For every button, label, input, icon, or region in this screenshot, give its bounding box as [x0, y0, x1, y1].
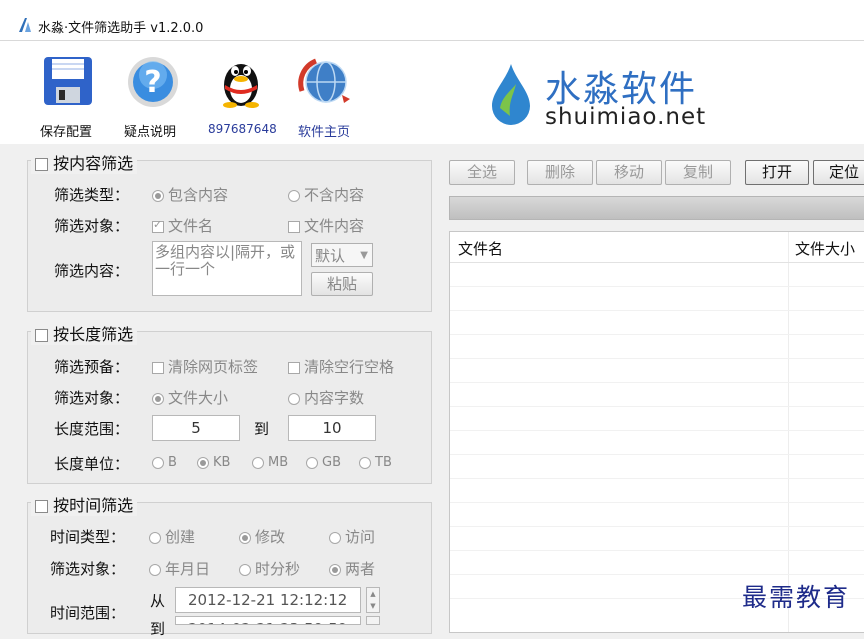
column-header-filesize[interactable]: 文件大小: [795, 238, 855, 259]
row-line: [450, 526, 864, 527]
header-separator: [450, 262, 864, 263]
logo-drop-icon: [492, 64, 530, 125]
help-icon: ?: [128, 57, 178, 107]
copy-button[interactable]: 复制: [665, 160, 731, 185]
content-filter-title[interactable]: 按内容筛选: [31, 150, 138, 174]
length-from-input[interactable]: 5: [152, 415, 240, 441]
include-content-radio[interactable]: 包含内容: [152, 184, 228, 205]
logo-text-en: shuimiao.net: [545, 104, 707, 130]
file-list[interactable]: 文件名 文件大小: [449, 231, 864, 633]
qq-penguin-icon: [223, 64, 259, 108]
unit-b-radio[interactable]: B: [152, 455, 177, 470]
clear-html-tags-checkbox[interactable]: 清除网页标签: [152, 356, 258, 377]
qq-number-label: 897687648: [208, 122, 277, 136]
unit-gb-radio[interactable]: GB: [306, 455, 341, 470]
svg-text:?: ?: [144, 65, 161, 100]
select-all-button[interactable]: 全选: [449, 160, 515, 185]
window-title: 水淼·文件筛选助手 v1.2.0.0: [38, 21, 204, 36]
length-unit-label: 长度单位：: [54, 455, 130, 473]
time-to-input[interactable]: 2014-02-21 23:59:59: [175, 616, 361, 625]
column-divider: [788, 232, 789, 632]
exclude-content-radio[interactable]: 不含内容: [288, 184, 364, 205]
time-object-label: 筛选对象：: [50, 560, 126, 578]
length-object-label: 筛选对象：: [54, 389, 130, 407]
length-filter-label: 按长度筛选: [53, 325, 134, 344]
time-from-input[interactable]: 2012-12-21 12:12:12: [175, 587, 361, 613]
column-header-filename[interactable]: 文件名: [458, 238, 503, 259]
row-line: [450, 430, 864, 431]
date-only-radio[interactable]: 年月日: [149, 558, 210, 579]
help-button[interactable]: ? 疑点说明: [122, 55, 186, 140]
row-line: [450, 574, 864, 575]
unit-tb-radio[interactable]: TB: [359, 455, 392, 470]
time-filter-checkbox[interactable]: [35, 500, 48, 513]
row-line: [450, 550, 864, 551]
time-from-label: 从: [150, 592, 166, 610]
length-range-label: 长度范围：: [54, 420, 130, 438]
locate-button[interactable]: 定位: [813, 160, 864, 185]
range-to-label: 到: [254, 420, 270, 438]
content-filter-label: 按内容筛选: [53, 154, 134, 173]
time-to-spinner[interactable]: [366, 616, 380, 625]
row-line: [450, 286, 864, 287]
mode-select[interactable]: 默认 ▼: [311, 243, 373, 267]
content-filter-checkbox[interactable]: [35, 158, 48, 171]
time-filter-label: 按时间筛选: [53, 496, 134, 515]
homepage-button[interactable]: 软件主页: [290, 55, 360, 140]
row-line: [450, 310, 864, 311]
filename-checkbox[interactable]: 文件名: [152, 215, 213, 236]
row-line: [450, 478, 864, 479]
floppy-disk-icon: [44, 57, 92, 105]
unit-kb-radio[interactable]: KB: [197, 455, 230, 470]
filter-type-label: 筛选类型：: [54, 186, 130, 204]
row-line: [450, 382, 864, 383]
filter-content-label: 筛选内容：: [54, 262, 130, 280]
watermark: 最需教育: [742, 583, 851, 612]
qq-button[interactable]: 897687648: [206, 55, 280, 139]
file-size-radio[interactable]: 文件大小: [152, 387, 228, 408]
save-config-label: 保存配置: [40, 125, 93, 140]
time-filter-title[interactable]: 按时间筛选: [31, 492, 138, 516]
time-modified-radio[interactable]: 修改: [239, 526, 285, 547]
globe-icon: [298, 58, 350, 103]
time-type-label: 时间类型：: [50, 528, 126, 546]
content-chars-radio[interactable]: 内容字数: [288, 387, 364, 408]
time-from-spinner[interactable]: ▲ ▼: [366, 587, 380, 613]
time-range-label: 时间范围：: [50, 604, 126, 622]
filter-content-textarea[interactable]: 多组内容以|隔开，或一行一个: [152, 241, 302, 296]
file-content-checkbox[interactable]: 文件内容: [288, 215, 364, 236]
both-radio[interactable]: 两者: [329, 558, 375, 579]
row-line: [450, 502, 864, 503]
time-created-radio[interactable]: 创建: [149, 526, 195, 547]
paste-button[interactable]: 粘贴: [311, 272, 373, 296]
length-filter-checkbox[interactable]: [35, 329, 48, 342]
save-config-button[interactable]: 保存配置: [36, 55, 100, 140]
time-only-radio[interactable]: 时分秒: [239, 558, 300, 579]
row-line: [450, 358, 864, 359]
prep-label: 筛选预备：: [54, 358, 130, 376]
help-label: 疑点说明: [124, 125, 177, 140]
time-accessed-radio[interactable]: 访问: [329, 526, 375, 547]
homepage-label: 软件主页: [298, 125, 351, 140]
length-to-input[interactable]: 10: [288, 415, 376, 441]
row-line: [450, 454, 864, 455]
open-button[interactable]: 打开: [745, 160, 809, 185]
length-filter-title[interactable]: 按长度筛选: [31, 321, 138, 345]
app-icon: [19, 18, 31, 32]
delete-button[interactable]: 删除: [527, 160, 593, 185]
progress-bar: [449, 196, 864, 220]
clear-blank-lines-checkbox[interactable]: 清除空行空格: [288, 356, 394, 377]
move-button[interactable]: 移动: [596, 160, 662, 185]
filter-object-label: 筛选对象：: [54, 217, 130, 235]
unit-mb-radio[interactable]: MB: [252, 455, 288, 470]
row-line: [450, 406, 864, 407]
time-to-label: 到: [150, 620, 166, 638]
row-line: [450, 334, 864, 335]
chevron-down-icon: ▼: [360, 250, 368, 261]
